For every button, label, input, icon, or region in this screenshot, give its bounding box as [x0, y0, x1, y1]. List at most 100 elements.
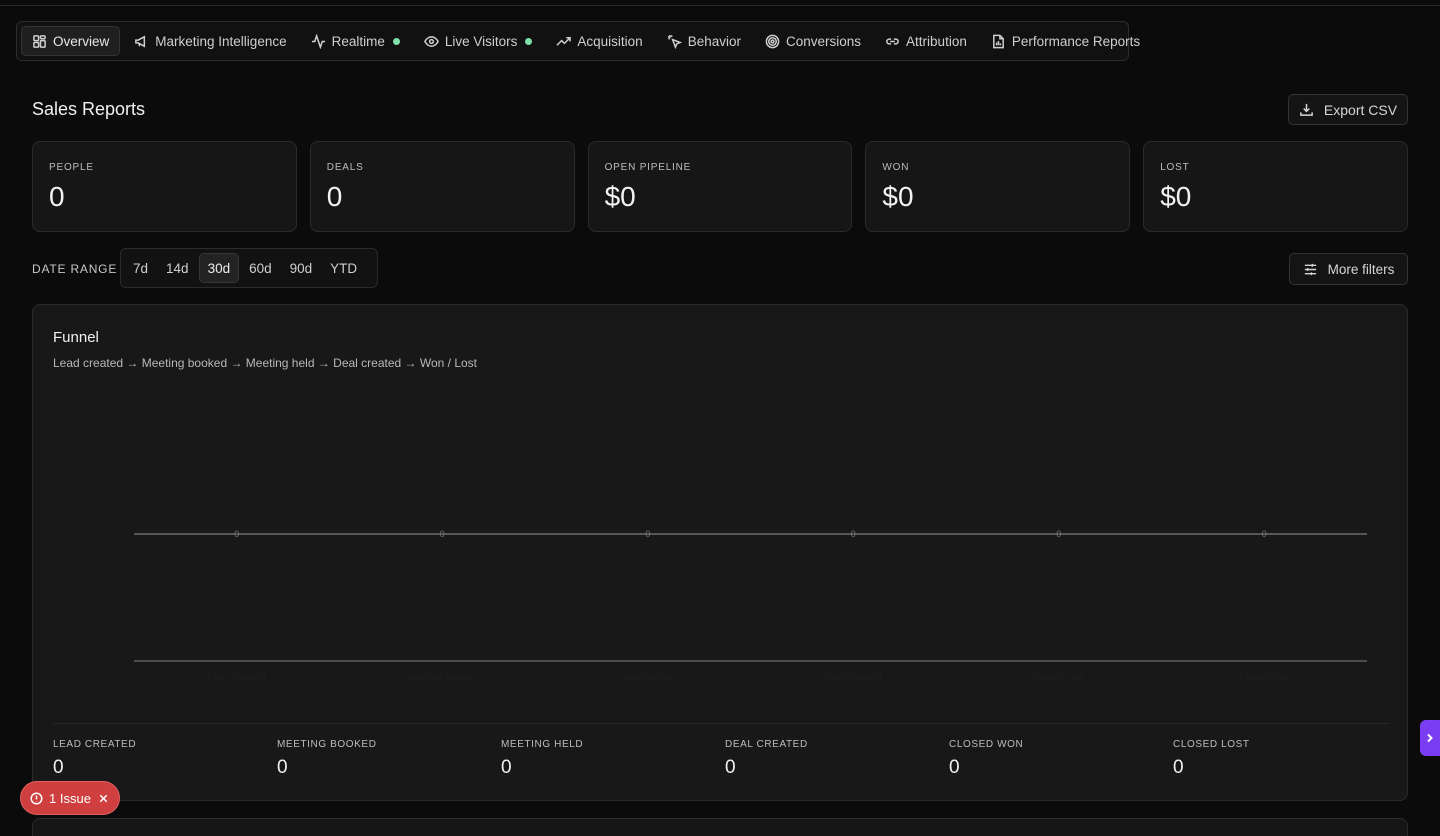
grid-icon	[33, 34, 46, 48]
stage-closed-lost: CLOSED LOST 0	[1173, 739, 1397, 779]
bar-data-label: 0	[645, 529, 650, 539]
stat-value: $0	[1160, 181, 1192, 212]
export-label: Export CSV	[1323, 101, 1398, 118]
category-tick-label: Deal created	[825, 673, 882, 684]
download-icon	[1300, 103, 1313, 116]
stat-value: $0	[882, 181, 914, 212]
range-60d[interactable]: 60d	[241, 253, 280, 283]
bar-data-label: 0	[440, 529, 445, 539]
tab-overview[interactable]: Overview	[21, 26, 121, 56]
range-14d[interactable]: 14d	[158, 253, 197, 283]
stat-card-deals: DEALS 0	[309, 141, 575, 232]
tab-live-visitors[interactable]: Live Visitors	[414, 26, 543, 56]
stat-card-open-pipeline: OPEN PIPELINE $0	[587, 141, 853, 232]
issue-label: 1 Issue	[49, 790, 91, 806]
tab-label: Behavior	[687, 33, 741, 49]
tab-label: Performance Reports	[1011, 33, 1141, 49]
tab-attribution[interactable]: Attribution	[875, 26, 977, 56]
alert-circle-icon	[30, 791, 43, 805]
side-panel-toggle[interactable]	[1420, 720, 1440, 756]
stage-label: MEETING HELD	[501, 739, 584, 750]
stage-deal-created: DEAL CREATED 0	[725, 739, 949, 779]
pointer-click-icon	[667, 34, 682, 49]
target-icon	[765, 34, 780, 48]
stage-closed-won: CLOSED WON 0	[949, 739, 1173, 779]
bar-data-label: 0	[234, 529, 239, 539]
category-tick-label: Lead created	[208, 673, 266, 684]
stage-label: LEAD CREATED	[53, 739, 137, 750]
stat-cards: PEOPLE 0 DEALS 0 OPEN PIPELINE $0 WON $0…	[32, 141, 1408, 232]
issue-badge[interactable]: 1 Issue	[20, 781, 120, 815]
stat-label: DEALS	[326, 162, 364, 173]
stage-label: MEETING BOOKED	[277, 739, 377, 750]
file-report-icon	[992, 34, 1004, 48]
range-90d[interactable]: 90d	[282, 253, 321, 283]
stat-card-people: PEOPLE 0	[32, 141, 297, 232]
category-tick-label: Meeting held	[619, 673, 676, 684]
live-indicator	[392, 37, 400, 45]
export-csv-button[interactable]: Export CSV	[1288, 94, 1408, 125]
stage-meeting-booked: MEETING BOOKED 0	[277, 739, 501, 779]
tab-realtime[interactable]: Realtime	[301, 26, 410, 56]
stage-value: 0	[949, 757, 960, 778]
category-tick-label: Closed lost	[1240, 673, 1290, 684]
tab-acquisition[interactable]: Acquisition	[546, 26, 652, 56]
stat-label: OPEN PIPELINE	[604, 162, 692, 173]
analytics-nav: Overview Marketing Intelligence Realtime…	[16, 21, 1140, 61]
live-indicator	[525, 37, 533, 45]
more-filters-button[interactable]: More filters	[1289, 253, 1408, 285]
stage-lead-created: LEAD CREATED 0	[53, 739, 277, 779]
close-icon[interactable]	[97, 792, 110, 805]
eye-icon	[423, 35, 439, 47]
chevron-right-icon	[1427, 733, 1433, 743]
stage-value: 0	[53, 757, 64, 778]
stat-card-lost: LOST $0	[1143, 141, 1408, 232]
category-tick-label: Closed won	[1033, 673, 1085, 684]
tab-marketing-intelligence[interactable]: Marketing Intelligence	[124, 26, 296, 56]
stage-label: DEAL CREATED	[725, 739, 808, 750]
range-30d[interactable]: 30d	[198, 253, 240, 283]
activity-icon	[311, 33, 325, 49]
tab-label: Overview	[53, 33, 110, 49]
stat-value: 0	[49, 181, 65, 212]
date-range-selector: 7d 14d 30d 60d 90d YTD	[120, 248, 378, 288]
tab-conversions[interactable]: Conversions	[755, 26, 871, 56]
next-card	[32, 818, 1408, 836]
tab-label: Conversions	[786, 33, 862, 49]
funnel-stages: LEAD CREATED 0 MEETING BOOKED 0 MEETING …	[53, 739, 1397, 779]
stage-meeting-held: MEETING HELD 0	[501, 739, 725, 779]
link-icon	[886, 37, 899, 45]
tab-behavior[interactable]: Behavior	[657, 26, 751, 56]
bar-data-label: 0	[1056, 529, 1061, 539]
tab-label: Realtime	[331, 33, 385, 49]
date-range-label: DATE RANGE	[32, 262, 118, 276]
stat-label: PEOPLE	[49, 162, 94, 173]
page-title: Sales Reports	[32, 99, 146, 119]
funnel-card: Funnel Lead created → Meeting booked → M…	[32, 304, 1408, 801]
range-7d[interactable]: 7d	[125, 253, 156, 283]
stage-label: CLOSED WON	[949, 739, 1024, 750]
trending-up-icon	[556, 36, 572, 46]
bar-data-label: 0	[851, 529, 856, 539]
top-divider	[0, 5, 1440, 6]
megaphone-icon	[135, 35, 146, 47]
stage-value: 0	[277, 757, 288, 778]
bar-data-label: 0	[1262, 529, 1267, 539]
tab-label: Acquisition	[577, 33, 643, 49]
stat-value: $0	[604, 181, 636, 212]
sliders-icon	[1304, 263, 1316, 275]
category-tick-label: Meeting booked	[407, 673, 478, 684]
stage-value: 0	[725, 757, 736, 778]
stat-value: 0	[326, 181, 343, 212]
range-ytd[interactable]: YTD	[322, 253, 365, 283]
tab-label: Marketing Intelligence	[155, 33, 287, 49]
funnel-chart: 0 Lead created 0 Meeting booked 0 Meeting hel…	[134, 529, 1367, 684]
stage-value: 0	[501, 757, 512, 778]
stat-label: WON	[882, 162, 910, 173]
tab-label: Attribution	[906, 33, 967, 49]
filters-label: More filters	[1327, 261, 1395, 277]
tab-performance-reports[interactable]: Performance Reports	[981, 26, 1150, 56]
stat-label: LOST	[1160, 162, 1190, 173]
stage-value: 0	[1173, 757, 1184, 778]
funnel-divider	[53, 723, 1389, 724]
